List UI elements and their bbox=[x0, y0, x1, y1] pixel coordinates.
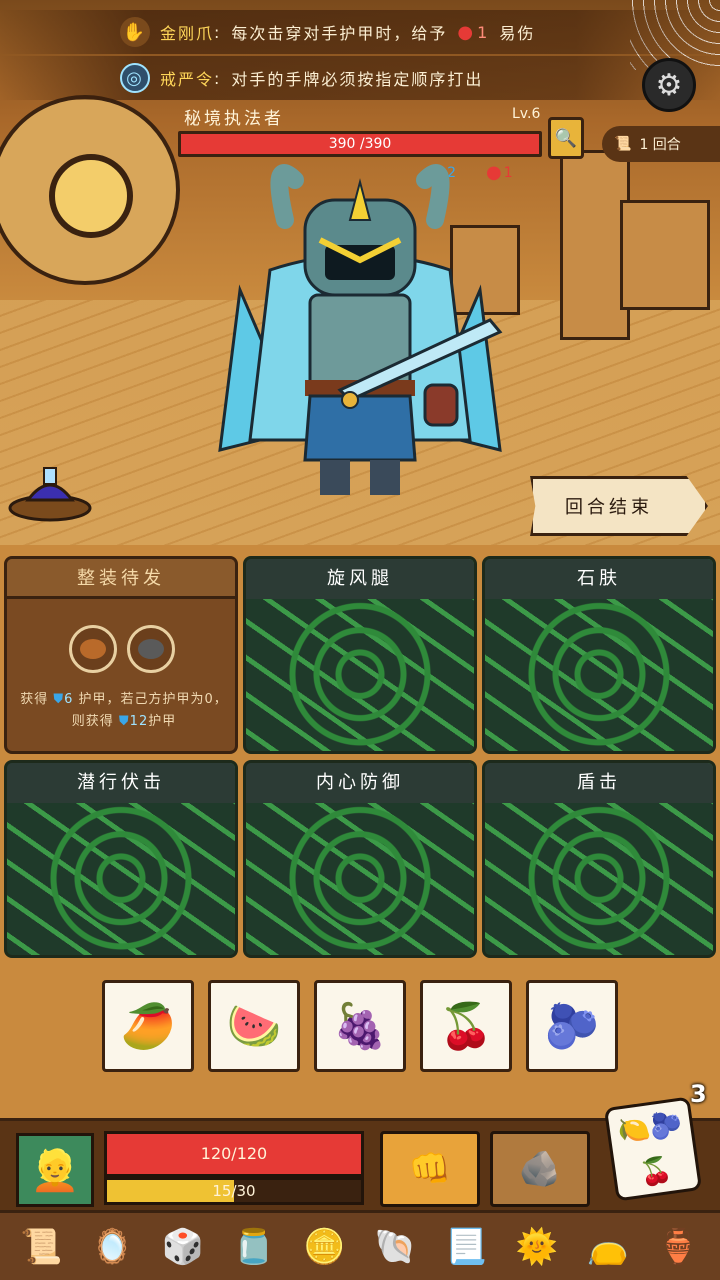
relic-bar: 📜 🪞 🎲 🫙 🪙 🐚 📃 🌞 👝 🏺 bbox=[0, 1210, 720, 1280]
desc-value: 12 bbox=[129, 714, 149, 729]
magnifier-icon: 🔍 bbox=[554, 127, 578, 148]
potion-item[interactable] bbox=[0, 450, 96, 524]
card-grid: 整装待发 获得 ⛊6 护甲，若己方护甲为0，则获得 ⛊12护甲 旋风腿 石肤 潜… bbox=[4, 556, 716, 964]
card-slots bbox=[69, 625, 175, 673]
skill-card-facedown[interactable]: 内心防御 bbox=[243, 760, 477, 958]
grape-die[interactable]: 🍇 bbox=[314, 980, 406, 1072]
mango-die[interactable]: 🥭 bbox=[102, 980, 194, 1072]
player-avatar[interactable]: 👱 bbox=[16, 1133, 94, 1207]
skill-card-facedown[interactable]: 盾击 bbox=[482, 760, 716, 958]
card-name: 整装待发 bbox=[7, 559, 235, 599]
enemy-hp-bar: 390 /390 bbox=[178, 131, 542, 157]
card-name: 石肤 bbox=[485, 559, 713, 599]
blueberry-die[interactable]: 🫐 bbox=[526, 980, 618, 1072]
banner-colon: : bbox=[214, 22, 222, 42]
end-turn-button[interactable]: 回合结束 bbox=[530, 476, 708, 536]
shield-icon: ⛊ bbox=[53, 692, 65, 707]
skill-card-facedown[interactable]: 石肤 bbox=[482, 556, 716, 754]
vase-icon[interactable]: 🏺 bbox=[650, 1218, 708, 1276]
relic-banner-2: ◎ 戒严令: 对手的手牌必须按指定顺序打出 bbox=[0, 56, 720, 100]
banner-suffix: 易伤 bbox=[499, 24, 536, 43]
leather-pouch-icon[interactable]: 👝 bbox=[579, 1218, 637, 1276]
turn-counter: 📜 1 回合 bbox=[602, 126, 720, 162]
rock-icon: 🪨 bbox=[518, 1150, 562, 1188]
cherry-icon: 🍒 bbox=[438, 1001, 494, 1052]
mango-icon: 🥭 bbox=[120, 1001, 176, 1052]
blueberry-icon: 🫐 bbox=[647, 1107, 685, 1142]
xp-text: 15/30 bbox=[212, 1182, 256, 1200]
skill-card-facedown[interactable]: 潜行伏击 bbox=[4, 760, 238, 958]
settings-button[interactable]: ⚙ bbox=[642, 58, 696, 112]
rule-seal-icon: ◎ bbox=[120, 63, 150, 93]
card-name: 内心防御 bbox=[246, 763, 474, 803]
card-name: 潜行伏击 bbox=[7, 763, 235, 803]
claw-icon: ✋ bbox=[120, 17, 150, 47]
banner-badge-value: 1 bbox=[477, 22, 490, 42]
sun-eye-icon[interactable]: 🌞 bbox=[508, 1218, 566, 1276]
scroll-map-icon[interactable]: 📜 bbox=[12, 1218, 70, 1276]
jar-icon[interactable]: 🫙 bbox=[225, 1218, 283, 1276]
card-description: 获得 ⛊6 护甲，若己方护甲为0，则获得 ⛊12护甲 bbox=[15, 689, 233, 733]
paper-scroll-icon[interactable]: 📃 bbox=[437, 1218, 495, 1276]
reroll-die-button[interactable]: 🍋 🫐 🍒 bbox=[603, 1096, 703, 1202]
banner-name: 戒严令 bbox=[160, 70, 215, 89]
enemy-level: Lv.6 bbox=[512, 106, 541, 122]
scroll-icon: 📜 bbox=[614, 136, 632, 152]
battle-scene: ✋ 金刚爪: 每次击穿对手护甲时，给予 ● 1 易伤 ◎ 戒严令: 对手的手牌必须… bbox=[0, 0, 720, 545]
zebra-dice-icon[interactable]: 🎲 bbox=[154, 1218, 212, 1276]
gear-icon: ⚙ bbox=[655, 68, 683, 102]
skill-card-ready[interactable]: 整装待发 获得 ⛊6 护甲，若己方护甲为0，则获得 ⛊12护甲 bbox=[4, 556, 238, 754]
card-name: 旋风腿 bbox=[246, 559, 474, 599]
banner-text: 对手的手牌必须按指定顺序打出 bbox=[231, 70, 484, 89]
turn-label: 1 回合 bbox=[639, 137, 681, 153]
roll-count: 3 bbox=[690, 1080, 707, 1108]
gray-seed-icon bbox=[138, 639, 164, 659]
cherry-die[interactable]: 🍒 bbox=[420, 980, 512, 1072]
banner-colon: : bbox=[214, 68, 222, 88]
banner-name: 金刚爪 bbox=[160, 24, 215, 43]
relic-banner-1: ✋ 金刚爪: 每次击穿对手护甲时，给予 ● 1 易伤 bbox=[0, 10, 720, 54]
orange-seed-icon bbox=[80, 639, 106, 659]
fist-icon: 👊 bbox=[408, 1150, 452, 1188]
blueberry-icon: 🫐 bbox=[544, 1001, 600, 1052]
desc-value: 6 bbox=[64, 692, 74, 707]
cornucopia-icon[interactable]: 🐚 bbox=[366, 1218, 424, 1276]
hero-portrait-icon: 👱 bbox=[30, 1147, 80, 1194]
player-xp-bar: 15/30 bbox=[104, 1177, 364, 1205]
watermelon-die[interactable]: 🍉 bbox=[208, 980, 300, 1072]
fist-skill-button[interactable]: 👊 bbox=[380, 1131, 480, 1207]
card-name: 盾击 bbox=[485, 763, 713, 803]
desc-text: 护甲 bbox=[148, 714, 177, 729]
dice-slot[interactable] bbox=[127, 625, 175, 673]
banner-text: 每次击穿对手护甲时，给予 bbox=[231, 24, 448, 43]
shield-icon: ⛊ bbox=[118, 714, 130, 729]
grape-icon: 🍇 bbox=[332, 1001, 388, 1052]
player-hp-bar: 120/120 bbox=[104, 1131, 364, 1177]
devil-icon: ● bbox=[457, 21, 476, 43]
mirror-icon[interactable]: 🪞 bbox=[83, 1218, 141, 1276]
dice-slot[interactable] bbox=[69, 625, 117, 673]
enemy-name: 秘境执法者 bbox=[184, 109, 284, 129]
watermelon-icon: 🍉 bbox=[226, 1001, 282, 1052]
enemy-knight[interactable] bbox=[200, 160, 520, 510]
enemy-info-button[interactable]: 🔍 bbox=[548, 117, 584, 159]
skill-card-facedown[interactable]: 旋风腿 bbox=[243, 556, 477, 754]
rock-skill-button[interactable]: 🪨 bbox=[490, 1131, 590, 1207]
cherry-icon: 🍒 bbox=[637, 1153, 675, 1188]
stone-wheel-decoration bbox=[0, 95, 180, 285]
pillar-decoration bbox=[620, 200, 710, 310]
gold-coin-icon[interactable]: 🪙 bbox=[296, 1218, 354, 1276]
desc-text: 获得 bbox=[20, 692, 49, 707]
lemon-icon: 🍋 bbox=[615, 1111, 652, 1147]
dice-tray: 🥭 🍉 🍇 🍒 🫐 bbox=[102, 980, 618, 1072]
